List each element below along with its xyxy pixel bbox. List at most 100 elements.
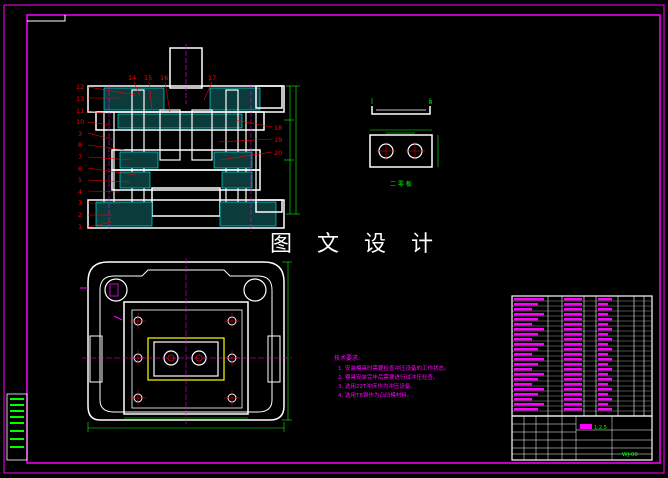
parts-list-cell-text [564,383,582,385]
parts-list-table [512,296,652,416]
title-block: 1:2.5 WJ-00 [512,416,652,460]
parts-list-cell-text [514,303,538,305]
parts-list-cell-text [564,373,582,375]
part-number: 10 [76,118,84,126]
parts-list-cell-text [598,303,608,305]
parts-list-cell-text [564,323,582,325]
parts-list-cell-text [514,353,532,355]
notes-title: 技术要求: [334,354,360,362]
parts-list-cell-text [514,378,538,380]
parts-list-cell-text [564,353,582,355]
part-number: 2 [78,211,82,219]
note-line: 2. 模具安装完毕后需要进行试冲压检查。 [338,373,439,381]
parts-list-cell-text [598,363,608,365]
parts-list-cell-text [564,403,582,405]
parts-list-cell-text [514,398,532,400]
parts-list-cell-text [564,328,582,330]
parts-list-cell-text [514,368,532,370]
parts-list-cell-text [598,373,608,375]
note-line: 1. 安装模具时需要检查冲压设备的工作状态。 [338,364,450,372]
parts-list-cell-text [564,318,582,320]
parts-list-cell-text [514,323,532,325]
part-number: 3 [78,130,82,138]
parts-list-cell-text [564,348,582,350]
part-numbers-top: 14 15 16 17 [128,74,216,82]
part-number: 14 [128,74,136,82]
parts-list-cell-text [564,313,582,315]
parts-list-cell-text [514,318,538,320]
parts-list-cell-text [514,338,532,340]
parts-list-cell-text [514,333,538,335]
title-block-code: WJ-00 [622,452,638,458]
parts-list-cell-text [598,338,612,340]
parts-list-cell-text [514,373,544,375]
parts-list-cell-text [598,353,608,355]
parts-list-cell-text [514,348,538,350]
parts-list-cell-text [598,343,608,345]
part-number: 20 [274,149,282,157]
parts-list-cell-text [564,298,582,300]
parts-list-cell-text [514,388,544,390]
parts-list-cell-text [564,303,582,305]
part-number: 8 [78,141,82,149]
parts-list-cell-text [514,393,538,395]
watermark-text: 图 文 设 计 [270,226,442,258]
part-number: 4 [78,188,82,196]
part-number: 7 [78,153,82,161]
part-number: 3 [78,199,82,207]
parts-list-cell-text [514,403,544,405]
part-number: 13 [76,95,84,103]
parts-list-cell-text [598,358,612,360]
part-numbers-left: 12 13 11 10 3 8 7 6 5 4 3 2 1 [76,83,84,231]
parts-list-cell-text [564,333,582,335]
parts-list-cell-text [564,398,582,400]
parts-list-cell-text [598,388,612,390]
parts-list-cell-text [598,383,608,385]
parts-list-cell-text [598,403,608,405]
part-number: 6 [78,165,82,173]
parts-list-cell-text [564,368,582,370]
parts-list-cell-text [598,333,608,335]
parts-list-cell-text [514,298,544,300]
parts-list-cell-text [598,328,612,330]
part-front-view [370,130,438,167]
part-number: 16 [160,74,168,82]
part-number: 15 [144,74,152,82]
note-line: 3. 选用22T冲床作为冲压设备。 [338,382,416,390]
parts-list-cell-text [564,343,582,345]
parts-list-cell-text [598,298,612,300]
parts-list-cell-text [598,313,608,315]
note-line: 4. 选用T8钢作为凸凹模材料。 [338,391,412,399]
part-number: 19 [274,136,282,144]
parts-list-cell-text [514,408,538,410]
side-view-label: 二 零 板 [390,180,412,188]
parts-list-cell-text [514,308,532,310]
part-side-view: R [372,98,433,114]
parts-list-cell-text [598,408,612,410]
svg-text:R: R [429,100,433,106]
plan-view [80,258,292,432]
parts-list-cell-text [564,308,582,310]
part-number: 12 [76,83,84,91]
part-number: 18 [274,124,282,132]
parts-list-cell-text [598,378,612,380]
part-number: 1 [78,223,82,231]
parts-list-cell-text [514,363,538,365]
parts-list-cell-text [564,358,582,360]
parts-list-cell-text [564,393,582,395]
sheet-top-tab [27,15,65,21]
parts-list-cell-text [564,408,582,410]
parts-list-cell-text [598,318,612,320]
parts-list-cell-text [564,388,582,390]
parts-list-cell-text [514,383,532,385]
title-block-scale: 1:2.5 [594,425,607,431]
part-number: 5 [78,176,82,184]
part-number: 17 [208,74,216,82]
parts-list-cell-text [598,393,608,395]
technical-notes: 技术要求: 1. 安装模具时需要检查冲压设备的工作状态。 2. 模具安装完毕后需… [334,354,450,399]
parts-list-cell-text [598,368,612,370]
part-numbers-right: 18 19 20 [274,124,282,157]
parts-list-cell-text [598,348,612,350]
parts-list-cell-text [514,313,544,315]
part-number: 11 [76,107,84,115]
